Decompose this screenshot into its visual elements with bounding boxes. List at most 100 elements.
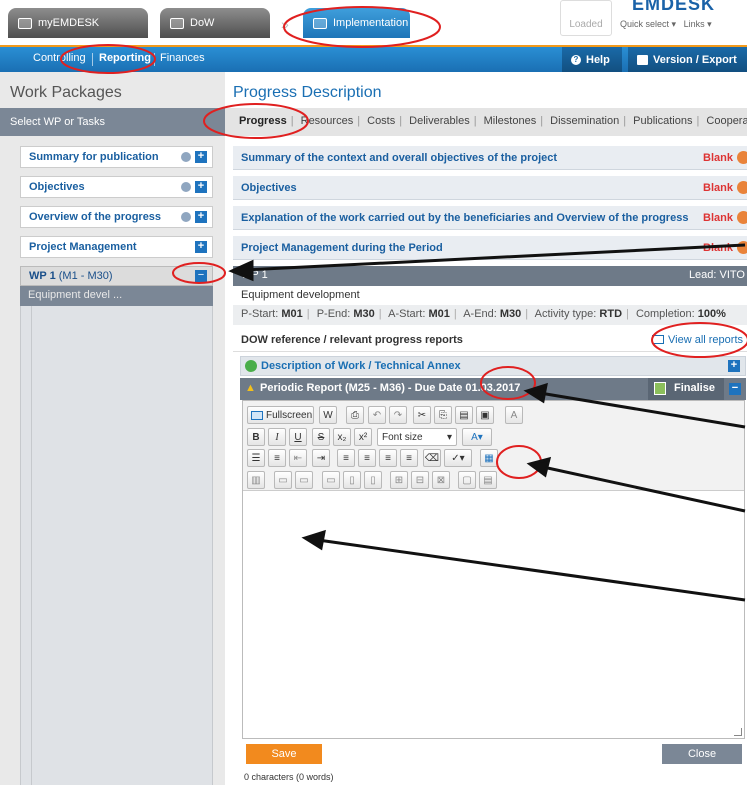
- collapse-minus-icon[interactable]: −: [195, 270, 207, 282]
- expand-plus-icon[interactable]: +: [195, 181, 207, 193]
- section-label: Summary of the context and overall objec…: [241, 152, 558, 164]
- section-objectives[interactable]: Objectives Blank: [233, 176, 747, 200]
- tab-costs[interactable]: Costs: [363, 115, 399, 127]
- help-icon[interactable]: [181, 182, 191, 192]
- delete-col-icon[interactable]: ⊠: [432, 471, 450, 489]
- split-cell-icon[interactable]: ⊞: [390, 471, 408, 489]
- text-color-icon[interactable]: A▾: [462, 428, 492, 446]
- document-icon: [313, 17, 327, 29]
- outdent-icon[interactable]: ⇤: [289, 449, 307, 467]
- tab-publications[interactable]: Publications: [629, 115, 696, 127]
- section-explanation[interactable]: Explanation of the work carried out by t…: [233, 206, 747, 230]
- quick-select[interactable]: Quick select: [620, 19, 669, 29]
- cell-properties-icon[interactable]: ▢: [458, 471, 476, 489]
- finalise-label: Finalise: [674, 382, 715, 394]
- tab-deliverables[interactable]: Deliverables: [405, 115, 474, 127]
- insert-col-before-icon[interactable]: ▯: [343, 471, 361, 489]
- align-center-icon[interactable]: ≡: [358, 449, 376, 467]
- nav-reporting[interactable]: Reporting: [99, 52, 151, 64]
- expand-plus-icon[interactable]: +: [728, 360, 740, 372]
- p-end-value: M30: [353, 308, 375, 320]
- insert-row-before-icon[interactable]: ▭: [274, 471, 292, 489]
- wp-project-management[interactable]: Project Management +: [20, 236, 213, 258]
- undo-icon[interactable]: ↶: [368, 406, 386, 424]
- status-badge: Blank: [703, 212, 733, 224]
- strikethrough-icon[interactable]: S: [312, 428, 330, 446]
- copy-icon[interactable]: ⎘: [434, 406, 452, 424]
- insert-col-after-icon[interactable]: ▯: [364, 471, 382, 489]
- wp-summary-publication[interactable]: Summary for publication +: [20, 146, 213, 168]
- merge-cells-icon[interactable]: ⊟: [411, 471, 429, 489]
- cut-icon[interactable]: ✂: [413, 406, 431, 424]
- wp-objectives[interactable]: Objectives +: [20, 176, 213, 198]
- links-menu[interactable]: Links: [684, 19, 705, 29]
- italic-icon[interactable]: I: [268, 428, 286, 446]
- insert-template-icon[interactable]: ▦: [480, 449, 498, 467]
- expand-plus-icon[interactable]: +: [195, 241, 207, 253]
- finalise-button[interactable]: Finalise: [648, 378, 724, 400]
- collapse-minus-icon[interactable]: −: [729, 383, 741, 395]
- tab-progress[interactable]: Progress: [235, 115, 291, 127]
- quick-links[interactable]: Quick select ▾ Links ▾: [620, 19, 712, 30]
- font-size-select[interactable]: Font size ▾: [377, 428, 457, 446]
- section-project-management[interactable]: Project Management during the Period Blan…: [233, 236, 747, 260]
- a-end-value: M30: [499, 308, 522, 320]
- bulleted-list-icon[interactable]: ☰: [247, 449, 265, 467]
- meta-label: Completion:: [635, 308, 695, 320]
- bold-icon[interactable]: B: [247, 428, 265, 446]
- section-summary[interactable]: Summary of the context and overall objec…: [233, 146, 747, 170]
- fullscreen-label: Fullscreen: [266, 409, 313, 421]
- print-icon[interactable]: ⎙: [346, 406, 364, 424]
- status-badge: Blank: [703, 182, 733, 194]
- wp-overview-progress[interactable]: Overview of the progress +: [20, 206, 213, 228]
- help-icon[interactable]: [181, 152, 191, 162]
- indent-icon[interactable]: ⇥: [312, 449, 330, 467]
- dow-reference-header: DOW reference / relevant progress report…: [233, 328, 747, 352]
- nav-finances[interactable]: Finances: [160, 52, 205, 64]
- paste-icon[interactable]: ▤: [455, 406, 473, 424]
- row-properties-icon[interactable]: ▤: [479, 471, 497, 489]
- expand-plus-icon[interactable]: +: [195, 211, 207, 223]
- remove-format-icon[interactable]: ⌫: [423, 449, 441, 467]
- nav-controlling[interactable]: Controlling: [33, 52, 86, 64]
- wp1-task[interactable]: Equipment devel ...: [20, 286, 213, 306]
- tab-implementation[interactable]: Implementation: [303, 8, 410, 38]
- tab-dissemination[interactable]: Dissemination: [546, 115, 623, 127]
- spellcheck-icon[interactable]: ✓▾: [444, 449, 472, 467]
- table-properties-icon[interactable]: ▥: [247, 471, 265, 489]
- tab-myemdesk[interactable]: myEMDESK: [8, 8, 148, 38]
- paste-word-icon[interactable]: ▣: [476, 406, 494, 424]
- tab-milestones[interactable]: Milestones: [480, 115, 541, 127]
- expand-plus-icon[interactable]: +: [195, 151, 207, 163]
- editor-text-area[interactable]: [243, 491, 744, 738]
- resize-grip-icon[interactable]: [734, 728, 742, 736]
- version-export-button[interactable]: Version / Export: [628, 47, 747, 72]
- tab-resources[interactable]: Resources: [297, 115, 358, 127]
- fullscreen-button[interactable]: Fullscreen: [247, 406, 314, 424]
- word-paste-icon[interactable]: W: [319, 406, 337, 424]
- help-button[interactable]: ? Help: [562, 47, 622, 72]
- view-all-reports-link[interactable]: View all reports: [652, 334, 743, 346]
- description-of-work-row[interactable]: Description of Work / Technical Annex +: [240, 356, 746, 376]
- tab-label: myEMDESK: [38, 17, 100, 29]
- superscript-icon[interactable]: x²: [354, 428, 372, 446]
- justify-icon[interactable]: ≡: [400, 449, 418, 467]
- delete-row-icon[interactable]: ▭: [322, 471, 340, 489]
- app-root: myEMDESK DoW » Implementation Loaded EMD…: [0, 0, 747, 785]
- align-right-icon[interactable]: ≡: [379, 449, 397, 467]
- close-button[interactable]: Close: [662, 744, 742, 764]
- tab-cooperation[interactable]: Cooperation: [702, 115, 747, 127]
- subscript-icon[interactable]: x₂: [333, 428, 351, 446]
- loaded-indicator: Loaded: [560, 0, 612, 36]
- numbered-list-icon[interactable]: ≡: [268, 449, 286, 467]
- tab-dow[interactable]: DoW: [160, 8, 270, 38]
- insert-row-after-icon[interactable]: ▭: [295, 471, 313, 489]
- wp1-item[interactable]: WP 1 (M1 - M30) −: [20, 266, 213, 286]
- redo-icon[interactable]: ↷: [389, 406, 407, 424]
- save-button[interactable]: Save: [246, 744, 322, 764]
- underline-icon[interactable]: U: [289, 428, 307, 446]
- help-icon[interactable]: [181, 212, 191, 222]
- find-replace-icon[interactable]: A: [505, 406, 523, 424]
- check-circle-icon: [245, 360, 257, 372]
- align-left-icon[interactable]: ≡: [337, 449, 355, 467]
